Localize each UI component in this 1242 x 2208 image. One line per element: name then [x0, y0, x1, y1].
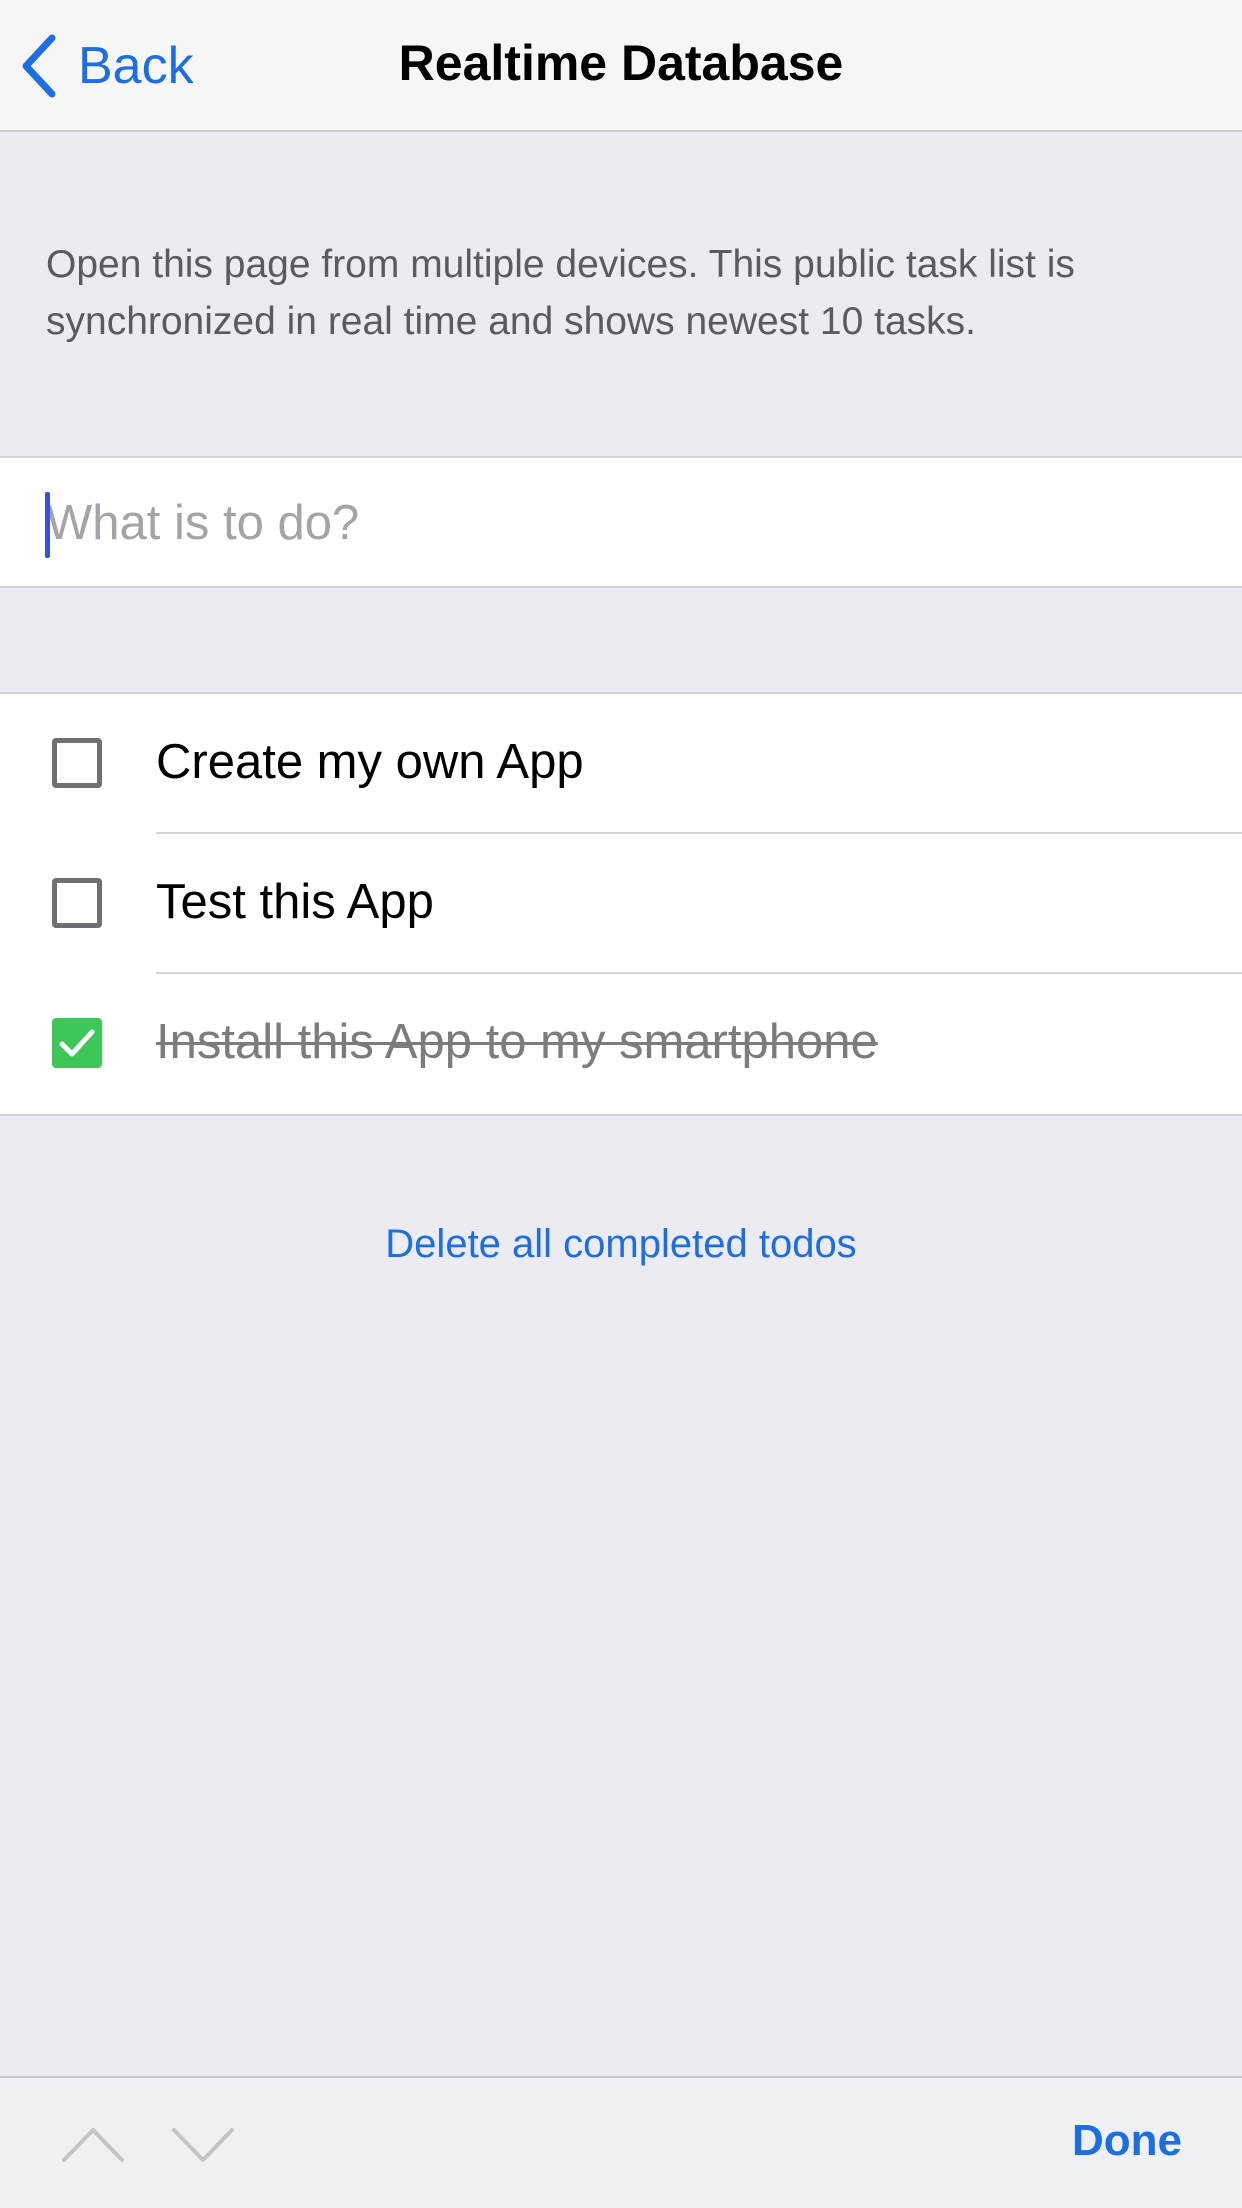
checkbox-unchecked[interactable] [52, 738, 102, 788]
checkmark-icon [59, 1029, 95, 1057]
todo-label-completed: Install this App to my smartphone [156, 1015, 878, 1069]
text-caret [45, 492, 50, 558]
todo-label: Create my own App [156, 735, 584, 789]
navigation-bar: Back Realtime Database [0, 0, 1242, 132]
checkbox-checked[interactable] [52, 1018, 102, 1068]
page-description: Open this page from multiple devices. Th… [46, 243, 1075, 343]
todo-list: Create my own App Test this App Install … [0, 692, 1242, 1116]
done-button[interactable]: Done [1072, 2116, 1182, 2166]
next-field-button[interactable] [168, 2116, 238, 2172]
new-task-row [0, 456, 1242, 588]
todo-item[interactable]: Test this App [0, 834, 1242, 974]
checkbox-unchecked[interactable] [52, 878, 102, 928]
todo-label: Test this App [156, 875, 434, 929]
screen: Back Realtime Database Open this page fr… [0, 0, 1242, 2208]
todo-item[interactable]: Install this App to my smartphone [0, 974, 1242, 1114]
previous-field-button[interactable] [58, 2116, 128, 2172]
delete-completed-button[interactable]: Delete all completed todos [0, 1222, 1242, 1267]
keyboard-toolbar: Done [0, 2076, 1242, 2208]
new-task-input[interactable] [46, 476, 1196, 570]
chevron-down-icon [172, 2128, 234, 2162]
todo-item[interactable]: Create my own App [0, 694, 1242, 834]
page-title: Realtime Database [398, 35, 844, 91]
chevron-up-icon [62, 2128, 124, 2162]
